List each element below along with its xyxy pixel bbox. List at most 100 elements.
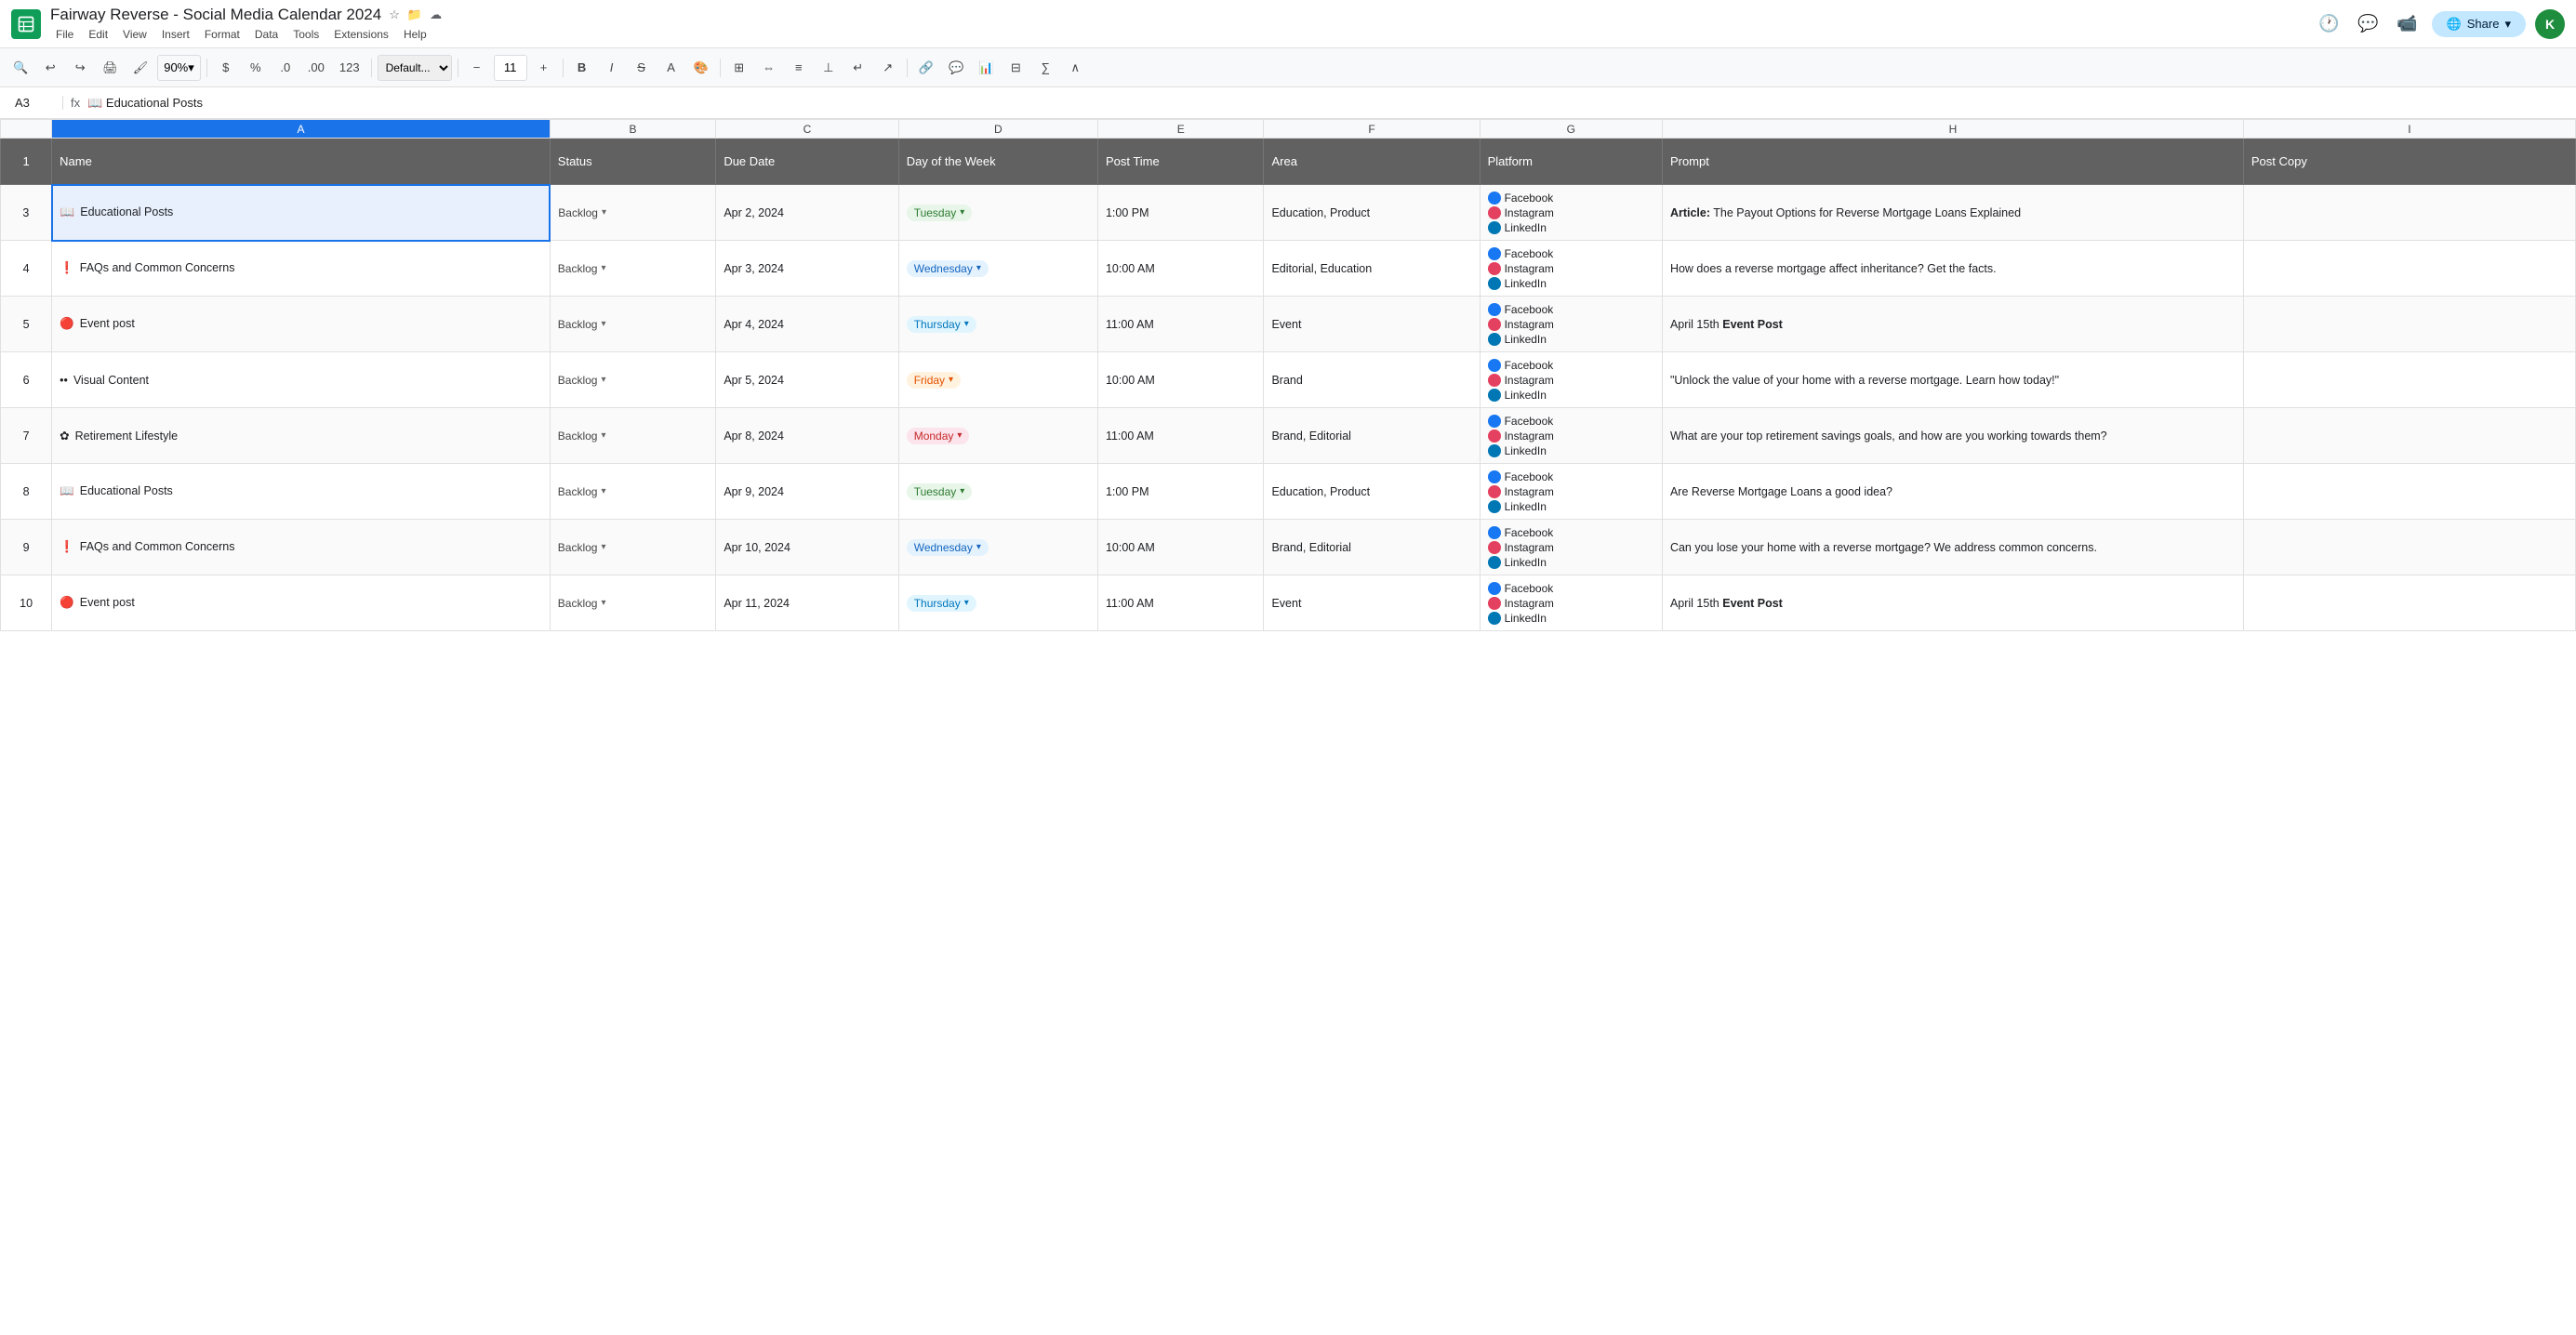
status-cell[interactable]: Backlog▾ (550, 575, 716, 631)
italic-button[interactable]: I (599, 55, 625, 81)
name-cell[interactable]: ❗FAQs and Common Concerns (52, 520, 551, 575)
status-dropdown-icon[interactable]: ▾ (601, 375, 605, 385)
cell-reference[interactable]: A3 (7, 96, 63, 110)
status-cell[interactable]: Backlog▾ (550, 520, 716, 575)
col-header-e[interactable]: E (1097, 120, 1264, 139)
day-dropdown-icon[interactable]: ▾ (949, 375, 953, 385)
collapse-toolbar-button[interactable]: ∧ (1062, 55, 1088, 81)
day-of-week-cell[interactable]: Tuesday ▾ (898, 464, 1097, 520)
font-size-input[interactable] (494, 55, 527, 81)
name-cell[interactable]: 📖Educational Posts (52, 185, 551, 241)
text-color-button[interactable]: A (658, 55, 684, 81)
merge-button[interactable]: ⇔ (756, 55, 782, 81)
day-of-week-cell[interactable]: Wednesday ▾ (898, 520, 1097, 575)
col-header-b[interactable]: B (550, 120, 716, 139)
menu-tools[interactable]: Tools (287, 26, 325, 43)
col-header-h[interactable]: H (1662, 120, 2243, 139)
bold-button[interactable]: B (569, 55, 595, 81)
status-dropdown-icon[interactable]: ▾ (601, 319, 605, 329)
status-cell[interactable]: Backlog▾ (550, 297, 716, 352)
day-dropdown-icon[interactable]: ▾ (960, 486, 964, 496)
decimal-increase-button[interactable]: .00 (302, 55, 330, 81)
col-header-i[interactable]: I (2243, 120, 2575, 139)
status-cell[interactable]: Backlog▾ (550, 241, 716, 297)
day-dropdown-icon[interactable]: ▾ (964, 598, 969, 608)
col-header-f[interactable]: F (1264, 120, 1480, 139)
history-icon[interactable]: 🕐 (2315, 9, 2344, 39)
align-button[interactable]: ≡ (786, 55, 812, 81)
share-button[interactable]: 🌐 Share ▾ (2432, 11, 2526, 37)
day-of-week-cell[interactable]: Friday ▾ (898, 352, 1097, 408)
menu-file[interactable]: File (50, 26, 79, 43)
number-format-button[interactable]: 123 (334, 55, 365, 81)
day-dropdown-icon[interactable]: ▾ (976, 263, 981, 273)
comment-icon[interactable]: 💬 (2354, 9, 2383, 39)
currency-button[interactable]: $ (213, 55, 239, 81)
menu-data[interactable]: Data (249, 26, 284, 43)
day-of-week-cell[interactable]: Thursday ▾ (898, 575, 1097, 631)
col-header-d[interactable]: D (898, 120, 1097, 139)
name-cell[interactable]: 📖Educational Posts (52, 464, 551, 520)
col-header-a[interactable]: A (52, 120, 551, 139)
status-dropdown-icon[interactable]: ▾ (601, 486, 605, 496)
name-cell[interactable]: ••Visual Content (52, 352, 551, 408)
filter-button[interactable]: ⊟ (1003, 55, 1029, 81)
day-of-week-cell[interactable]: Wednesday ▾ (898, 241, 1097, 297)
day-of-week-cell[interactable]: Monday ▾ (898, 408, 1097, 464)
paint-format-button[interactable]: 🖌 (127, 55, 154, 81)
status-cell[interactable]: Backlog▾ (550, 352, 716, 408)
chart-button[interactable]: 📊 (973, 55, 999, 81)
day-of-week-cell[interactable]: Thursday ▾ (898, 297, 1097, 352)
day-dropdown-icon[interactable]: ▾ (976, 542, 981, 552)
formula-content[interactable]: 📖 Educational Posts (87, 96, 2569, 111)
font-size-increase-button[interactable]: + (531, 55, 557, 81)
link-button[interactable]: 🔗 (913, 55, 939, 81)
day-of-week-cell[interactable]: Tuesday ▾ (898, 185, 1097, 241)
font-size-decrease-button[interactable]: − (464, 55, 490, 81)
col-header-c[interactable]: C (716, 120, 898, 139)
function-button[interactable]: ∑ (1032, 55, 1058, 81)
status-dropdown-icon[interactable]: ▾ (602, 207, 606, 218)
wrap-button[interactable]: ↵ (845, 55, 871, 81)
star-icon[interactable]: ☆ (389, 7, 400, 22)
day-dropdown-icon[interactable]: ▾ (957, 430, 962, 441)
cloud-icon[interactable]: ☁ (430, 7, 442, 22)
name-cell[interactable]: 🔴Event post (52, 575, 551, 631)
search-button[interactable]: 🔍 (7, 55, 33, 81)
status-cell[interactable]: Backlog▾ (550, 185, 716, 241)
fill-color-button[interactable]: 🎨 (688, 55, 714, 81)
comment-add-button[interactable]: 💬 (943, 55, 969, 81)
status-dropdown-icon[interactable]: ▾ (601, 430, 605, 441)
menu-edit[interactable]: Edit (83, 26, 113, 43)
font-family-select[interactable]: Default... (378, 55, 452, 81)
name-cell[interactable]: ✿Retirement Lifestyle (52, 408, 551, 464)
strikethrough-button[interactable]: S (629, 55, 655, 81)
status-cell[interactable]: Backlog▾ (550, 408, 716, 464)
name-cell[interactable]: 🔴Event post (52, 297, 551, 352)
undo-button[interactable]: ↩ (37, 55, 63, 81)
redo-button[interactable]: ↪ (67, 55, 93, 81)
percent-button[interactable]: % (243, 55, 269, 81)
video-call-icon[interactable]: 📹 (2393, 9, 2423, 39)
status-dropdown-icon[interactable]: ▾ (601, 542, 605, 552)
rotate-button[interactable]: ↗ (875, 55, 901, 81)
menu-help[interactable]: Help (398, 26, 432, 43)
day-dropdown-icon[interactable]: ▾ (964, 319, 969, 329)
status-dropdown-icon[interactable]: ▾ (601, 263, 605, 273)
status-cell[interactable]: Backlog▾ (550, 464, 716, 520)
decimal-decrease-button[interactable]: .0 (272, 55, 299, 81)
col-header-g[interactable]: G (1480, 120, 1662, 139)
valign-button[interactable]: ⊥ (816, 55, 842, 81)
borders-button[interactable]: ⊞ (726, 55, 752, 81)
menu-insert[interactable]: Insert (156, 26, 195, 43)
print-button[interactable]: 🖨 (97, 55, 124, 81)
menu-format[interactable]: Format (199, 26, 246, 43)
zoom-selector[interactable]: 90% ▾ (157, 55, 201, 81)
day-dropdown-icon[interactable]: ▾ (960, 207, 964, 218)
folder-icon[interactable]: 📁 (407, 7, 422, 22)
menu-extensions[interactable]: Extensions (328, 26, 394, 43)
name-cell[interactable]: ❗FAQs and Common Concerns (52, 241, 551, 297)
user-avatar[interactable]: K (2535, 9, 2565, 39)
menu-view[interactable]: View (117, 26, 153, 43)
status-dropdown-icon[interactable]: ▾ (601, 598, 605, 608)
